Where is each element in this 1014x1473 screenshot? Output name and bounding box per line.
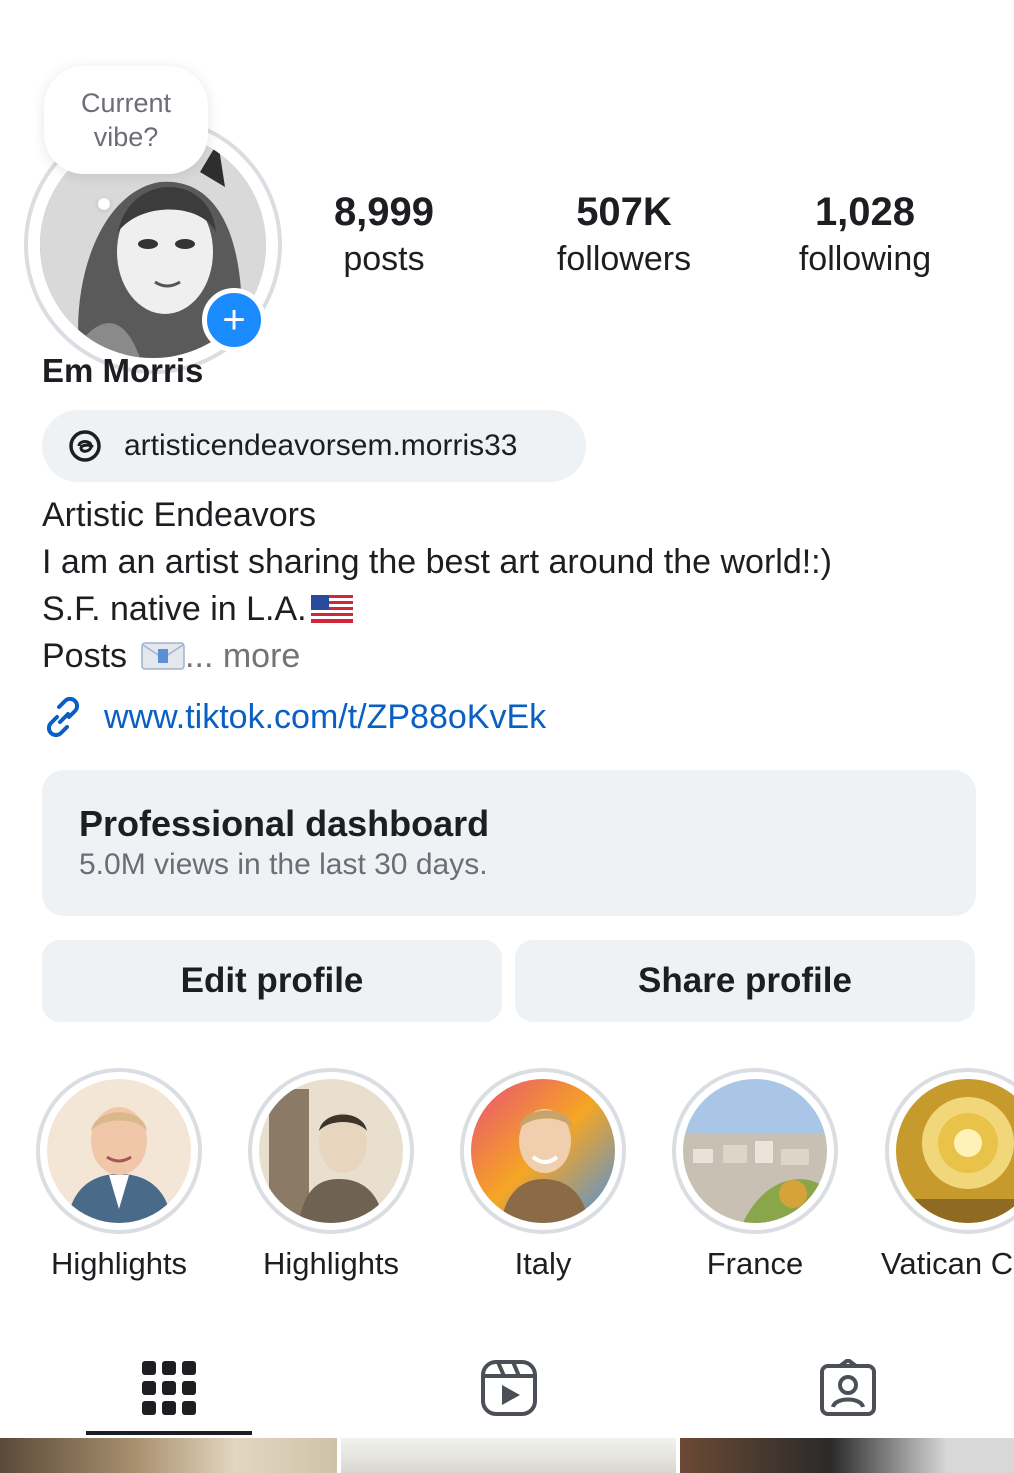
highlight-cover xyxy=(259,1079,403,1223)
add-story-button[interactable]: + xyxy=(202,288,266,352)
stat-following-label: following xyxy=(798,240,932,278)
bio-line-title: Artistic Endeavors xyxy=(42,496,316,534)
highlight-item[interactable]: Highlights xyxy=(29,1068,209,1282)
plus-icon: + xyxy=(222,298,246,342)
bio: Artistic Endeavors I am an artist sharin… xyxy=(42,492,832,680)
stat-posts-label: posts xyxy=(343,240,425,278)
stat-followers-label: followers xyxy=(556,240,692,278)
us-flag-icon xyxy=(310,595,353,623)
stat-followers-value: 507K xyxy=(576,190,672,234)
highlight-item[interactable]: Italy xyxy=(453,1068,633,1282)
bio-location-text: S.F. native in L.A. xyxy=(42,590,307,628)
highlight-label: Vatican C xyxy=(881,1246,1014,1281)
highlight-ring xyxy=(36,1068,202,1234)
highlight-item[interactable]: Highlights xyxy=(241,1068,421,1282)
bio-line-location: S.F. native in L.A. xyxy=(42,586,832,633)
bio-line-posts: Posts ... more xyxy=(42,633,832,680)
post-thumbnail[interactable] xyxy=(680,1438,1014,1473)
share-profile-button[interactable]: Share profile xyxy=(515,940,975,1022)
active-tab-indicator xyxy=(86,1431,252,1435)
stat-followers[interactable]: 507K followers xyxy=(524,186,724,280)
bio-posts-text: Posts xyxy=(42,637,128,675)
highlight-label: France xyxy=(706,1246,804,1281)
threads-icon xyxy=(66,427,104,465)
threads-badge[interactable]: artisticendeavorsem.morris33 xyxy=(42,410,586,482)
highlight-label: Italy xyxy=(514,1246,572,1281)
dashboard-subtitle: 5.0M views in the last 30 days. xyxy=(79,848,488,881)
highlight-ring xyxy=(672,1068,838,1234)
edit-profile-button[interactable]: Edit profile xyxy=(42,940,502,1022)
post-thumbnail[interactable] xyxy=(0,1438,337,1473)
highlight-cover xyxy=(683,1079,827,1223)
highlight-ring xyxy=(248,1068,414,1234)
note-text-line1: Current xyxy=(80,88,172,118)
stat-following[interactable]: 1,028 following xyxy=(765,186,965,280)
highlight-cover xyxy=(47,1079,191,1223)
highlight-label: Highlights xyxy=(262,1246,400,1281)
threads-handle: artisticendeavorsem.morris33 xyxy=(124,429,518,462)
profile-tabs xyxy=(0,1340,1014,1436)
highlight-cover xyxy=(896,1079,1014,1223)
highlight-item[interactable]: Vatican C xyxy=(877,1068,1014,1282)
dashboard-title: Professional dashboard xyxy=(79,803,490,844)
post-thumbnail[interactable] xyxy=(341,1438,676,1473)
profile-name: Em Morris xyxy=(42,352,204,389)
grid-icon xyxy=(142,1361,196,1415)
reels-icon xyxy=(481,1360,537,1416)
external-link[interactable]: www.tiktok.com/t/ZP88oKvEk xyxy=(40,694,546,740)
link-url[interactable]: www.tiktok.com/t/ZP88oKvEk xyxy=(104,698,546,737)
highlight-ring xyxy=(460,1068,626,1234)
link-icon xyxy=(46,696,80,738)
highlight-item[interactable]: France xyxy=(665,1068,845,1282)
envelope-icon xyxy=(141,642,185,670)
bio-more-link[interactable]: ... more xyxy=(185,637,300,675)
note-text-line2: vibe? xyxy=(93,122,159,152)
stat-posts[interactable]: 8,999 posts xyxy=(284,186,484,280)
tab-reels[interactable] xyxy=(424,1340,594,1436)
tagged-icon xyxy=(820,1359,876,1416)
highlight-ring xyxy=(885,1068,1014,1234)
tab-tagged[interactable] xyxy=(763,1340,933,1436)
professional-dashboard[interactable]: Professional dashboard 5.0M views in the… xyxy=(42,770,976,916)
highlight-cover xyxy=(471,1079,615,1223)
stat-following-value: 1,028 xyxy=(814,190,916,234)
bio-line-description: I am an artist sharing the best art arou… xyxy=(42,543,832,581)
note-bubble[interactable]: Current vibe? xyxy=(44,66,208,174)
tab-posts-grid[interactable] xyxy=(84,1340,254,1436)
stat-posts-value: 8,999 xyxy=(333,190,435,234)
highlight-label: Highlights xyxy=(50,1246,188,1281)
note-dot xyxy=(98,198,110,210)
